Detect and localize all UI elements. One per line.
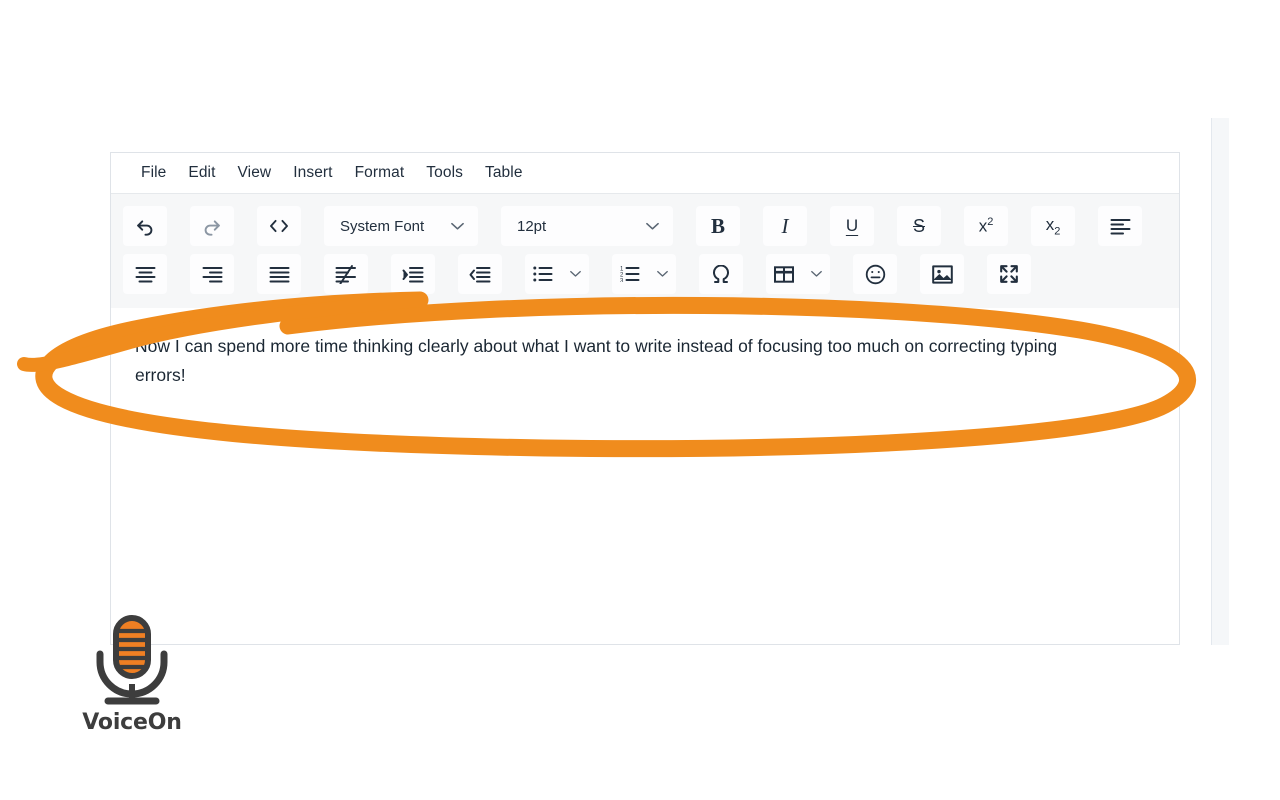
- emoji-button[interactable]: [853, 254, 897, 294]
- underline-icon: U: [845, 216, 859, 235]
- strikethrough-button[interactable]: S: [897, 206, 941, 246]
- menu-table[interactable]: Table: [475, 160, 533, 186]
- font-family-value: System Font: [340, 217, 425, 235]
- special-character-button[interactable]: [699, 254, 743, 294]
- editor-toolbar: System Font 12pt B I U S x2 x2 1 2 3: [111, 194, 1179, 308]
- special-character-icon: [711, 264, 731, 284]
- justify-icon: [269, 266, 290, 283]
- redo-icon: [201, 215, 223, 237]
- image-button[interactable]: [920, 254, 964, 294]
- bold-button[interactable]: B: [696, 206, 740, 246]
- fullscreen-icon: [999, 264, 1019, 284]
- indent-icon: [402, 266, 424, 283]
- table-button[interactable]: [766, 254, 830, 294]
- toolbar-row-1: System Font 12pt B I U S x2 x2: [123, 202, 1167, 250]
- undo-button[interactable]: [123, 206, 167, 246]
- undo-icon: [134, 215, 156, 237]
- outdent-button[interactable]: [458, 254, 502, 294]
- microphone-icon: [96, 615, 168, 705]
- align-left-button[interactable]: [1098, 206, 1142, 246]
- italic-icon: I: [781, 213, 789, 238]
- menu-edit[interactable]: Edit: [178, 160, 225, 186]
- font-size-select[interactable]: 12pt: [501, 206, 673, 246]
- italic-button[interactable]: I: [763, 206, 807, 246]
- image-icon: [931, 264, 953, 284]
- chevron-down-icon: [646, 218, 659, 235]
- align-right-icon: [202, 266, 223, 283]
- source-code-button[interactable]: [257, 206, 301, 246]
- font-family-select[interactable]: System Font: [324, 206, 478, 246]
- subscript-button[interactable]: x2: [1031, 206, 1075, 246]
- source-code-icon: [268, 217, 290, 235]
- chevron-down-icon: [451, 218, 464, 235]
- superscript-icon: x2: [978, 215, 994, 236]
- font-size-value: 12pt: [517, 217, 547, 235]
- numbered-list-icon: 1 2 3: [620, 266, 640, 282]
- toolbar-row-2: 1 2 3: [123, 250, 1167, 298]
- table-icon: [773, 265, 794, 283]
- clear-formatting-icon: [335, 264, 357, 284]
- svg-text:3: 3: [620, 278, 624, 282]
- outdent-icon: [469, 266, 491, 283]
- bullet-list-button[interactable]: [525, 254, 589, 294]
- underline-button[interactable]: U: [830, 206, 874, 246]
- chevron-down-icon[interactable]: [570, 270, 582, 278]
- rich-text-editor: File Edit View Insert Format Tools Table: [110, 152, 1180, 645]
- menu-tools[interactable]: Tools: [416, 160, 473, 186]
- editor-content-area[interactable]: Now I can spend more time thinking clear…: [111, 308, 1179, 590]
- chevron-down-icon[interactable]: [811, 270, 823, 278]
- menu-file[interactable]: File: [131, 160, 176, 186]
- align-right-button[interactable]: [190, 254, 234, 294]
- chevron-down-icon[interactable]: [657, 270, 669, 278]
- align-center-button[interactable]: [123, 254, 167, 294]
- editor-menubar: File Edit View Insert Format Tools Table: [111, 153, 1179, 194]
- indent-button[interactable]: [391, 254, 435, 294]
- brand-logo: VoiceOn: [72, 614, 192, 735]
- superscript-button[interactable]: x2: [964, 206, 1008, 246]
- brand-name: VoiceOn: [82, 710, 182, 735]
- menu-format[interactable]: Format: [345, 160, 415, 186]
- align-center-icon: [135, 266, 156, 283]
- bold-icon: B: [710, 213, 725, 238]
- strikethrough-icon: S: [912, 215, 925, 236]
- emoji-icon: [865, 264, 886, 285]
- numbered-list-button[interactable]: 1 2 3: [612, 254, 676, 294]
- editor-body-paragraph[interactable]: Now I can spend more time thinking clear…: [135, 332, 1085, 390]
- redo-button[interactable]: [190, 206, 234, 246]
- align-left-icon: [1110, 218, 1131, 235]
- justify-button[interactable]: [257, 254, 301, 294]
- subscript-icon: x2: [1045, 214, 1061, 238]
- menu-view[interactable]: View: [228, 160, 282, 186]
- screenshot-root: File Edit View Insert Format Tools Table: [0, 0, 1280, 800]
- menu-insert[interactable]: Insert: [283, 160, 342, 186]
- page-side-strip: [1211, 118, 1229, 645]
- clear-formatting-button[interactable]: [324, 254, 368, 294]
- bullet-list-icon: [532, 266, 553, 282]
- fullscreen-button[interactable]: [987, 254, 1031, 294]
